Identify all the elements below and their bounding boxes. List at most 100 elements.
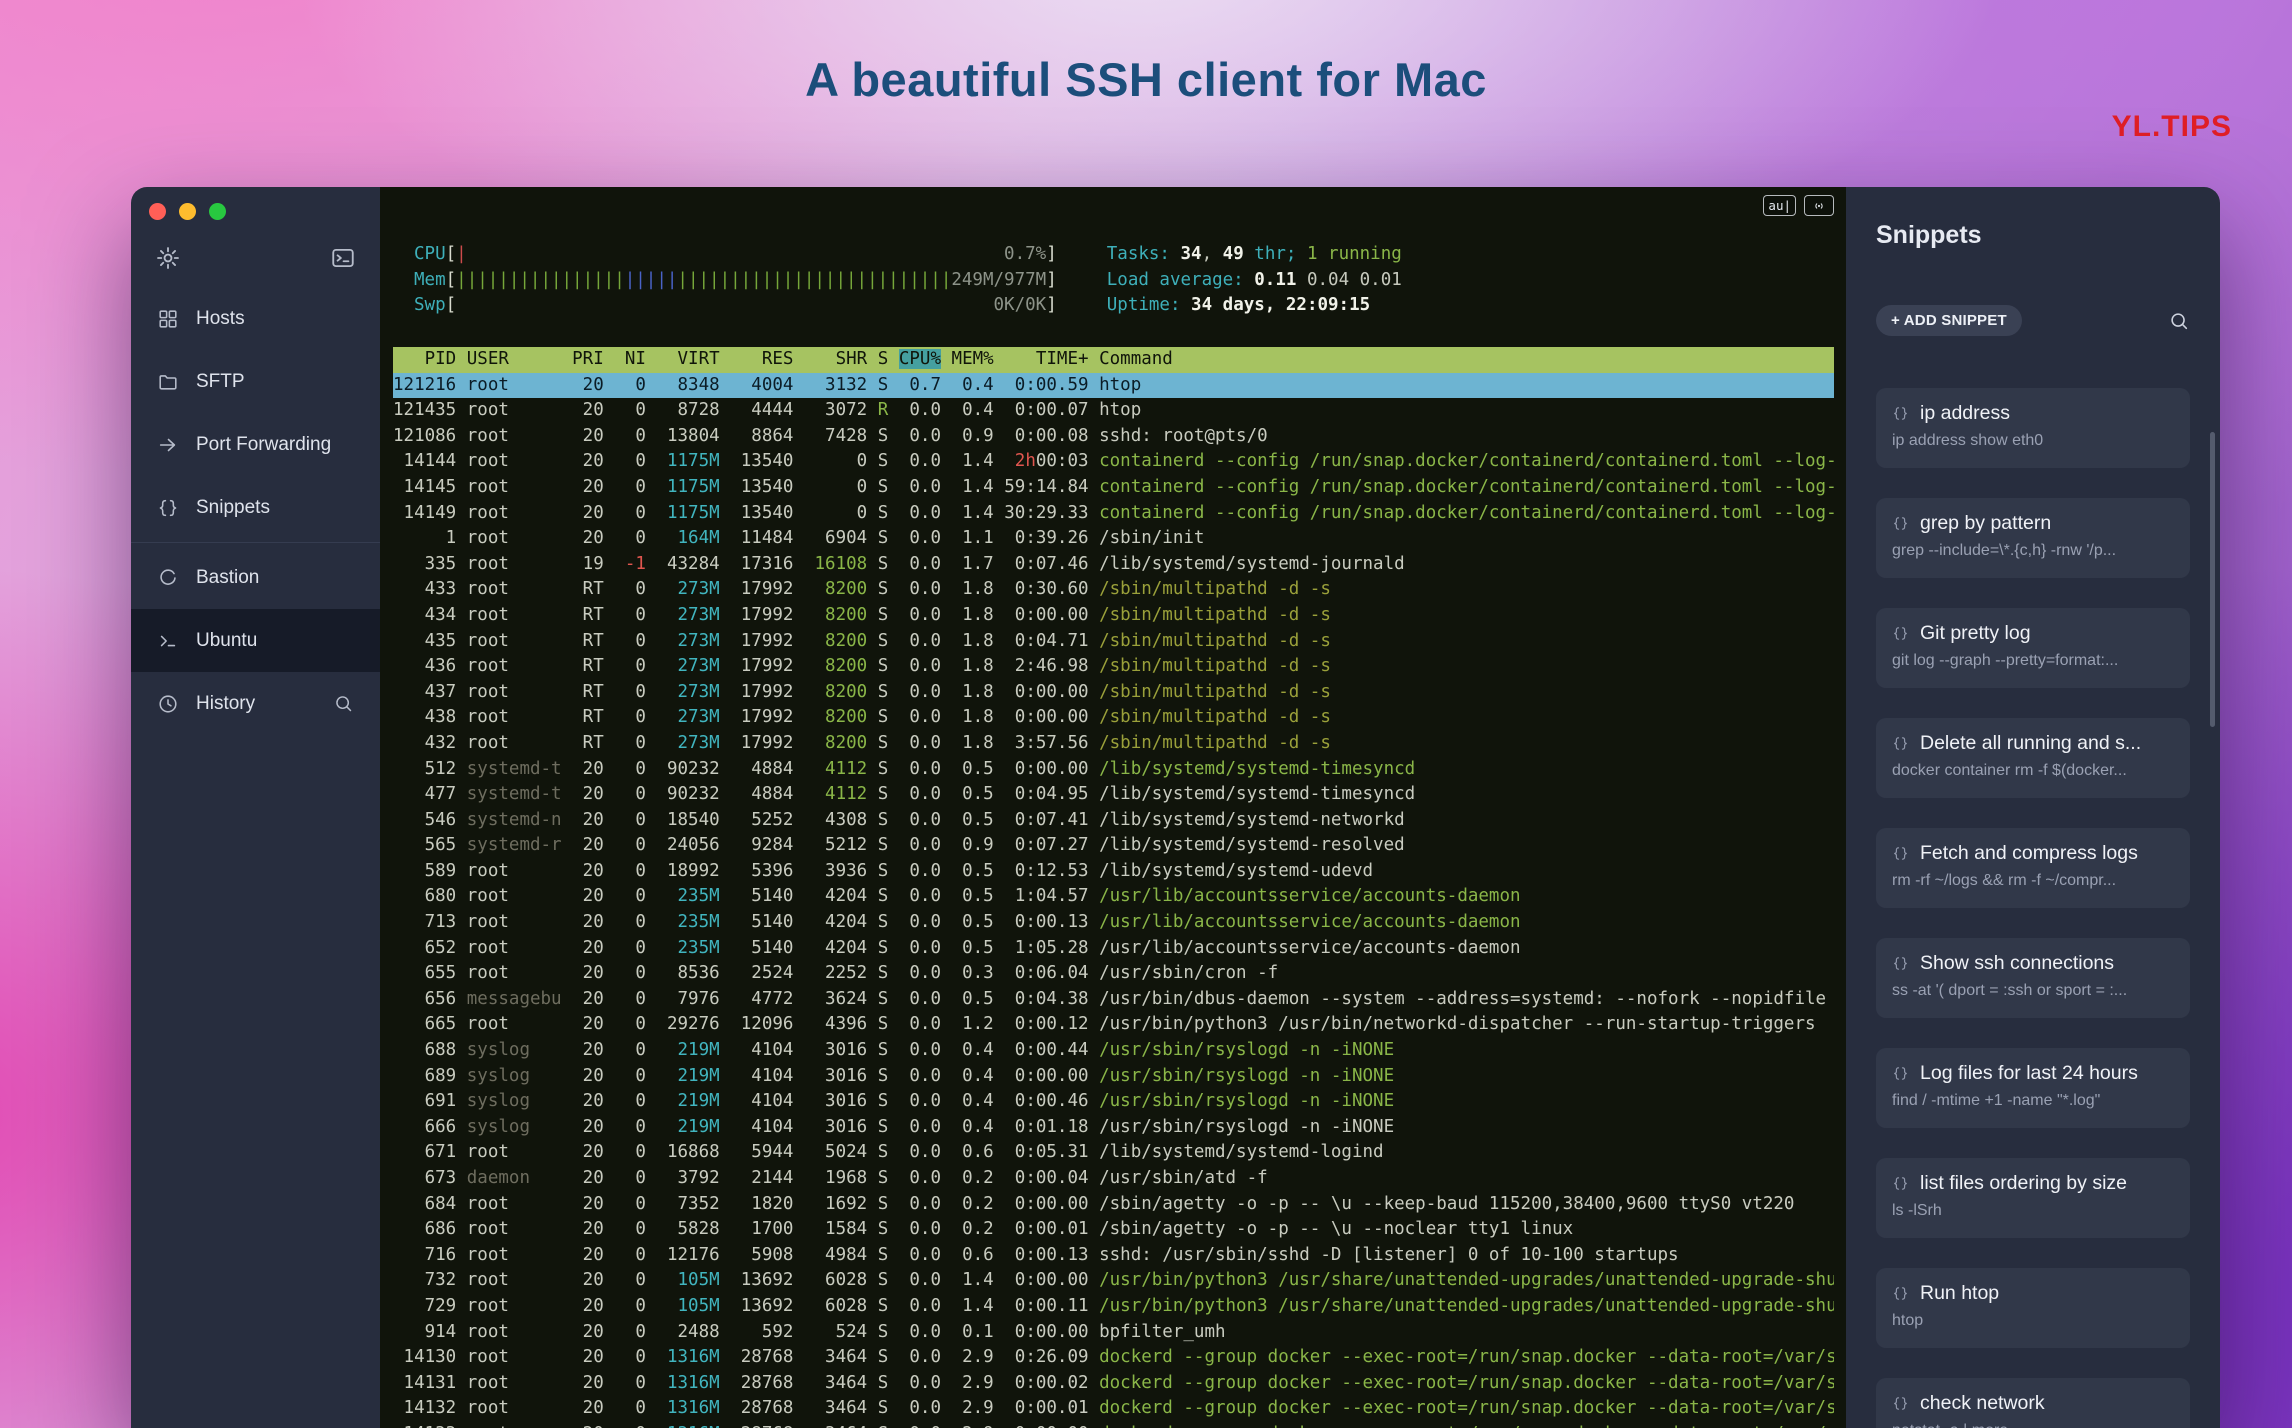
broadcast-icon[interactable] [1804, 195, 1834, 216]
process-row-671[interactable]: 671 root 20 0 16868 5944 5024 S 0.0 0.6 … [393, 1140, 1834, 1166]
snippet-card[interactable]: Log files for last 24 hours find / -mtime… [1876, 1048, 2190, 1128]
snippet-title: Run htop [1920, 1282, 2000, 1304]
process-row-689[interactable]: 689 syslog 20 0 219M 4104 3016 S 0.0 0.4… [393, 1064, 1834, 1090]
snippet-card[interactable]: check network netstat -a | more [1876, 1378, 2190, 1428]
process-row-432[interactable]: 432 root RT 0 273M 17992 8200 S 0.0 1.8 … [393, 731, 1834, 757]
stat-line: Load average: 0.11 0.04 0.01 [1106, 269, 1402, 290]
process-row-437[interactable]: 437 root RT 0 273M 17992 8200 S 0.0 1.8 … [393, 680, 1834, 706]
process-row-434[interactable]: 434 root RT 0 273M 17992 8200 S 0.0 1.8 … [393, 603, 1834, 629]
process-row-436[interactable]: 436 root RT 0 273M 17992 8200 S 0.0 1.8 … [393, 654, 1834, 680]
process-row-335[interactable]: 335 root 19 -1 43284 17316 16108 S 0.0 1… [393, 552, 1834, 578]
process-row-121216[interactable]: 121216 root 20 0 8348 4004 3132 S 0.7 0.… [393, 372, 1834, 399]
column-header-pid[interactable]: PID [393, 349, 457, 369]
sidebar-item-snippets[interactable]: Snippets [131, 476, 380, 539]
snippet-card[interactable]: Fetch and compress logs rm -rf ~/logs && … [1876, 828, 2190, 908]
process-row-565[interactable]: 565 systemd-r 20 0 24056 9284 5212 S 0.0… [393, 833, 1834, 859]
process-row-435[interactable]: 435 root RT 0 273M 17992 8200 S 0.0 1.8 … [393, 629, 1834, 655]
process-row-14145[interactable]: 14145 root 20 0 1175M 13540 0 S 0.0 1.4 … [393, 475, 1834, 501]
zoom-button[interactable] [209, 203, 226, 220]
add-snippet-button[interactable]: + ADD SNIPPET [1876, 305, 2022, 336]
process-row-688[interactable]: 688 syslog 20 0 219M 4104 3016 S 0.0 0.4… [393, 1038, 1834, 1064]
snippet-card[interactable]: Show ssh connections ss -at '( dport = :s… [1876, 938, 2190, 1018]
process-row-477[interactable]: 477 systemd-t 20 0 90232 4884 4112 S 0.0… [393, 782, 1834, 808]
minimize-button[interactable] [179, 203, 196, 220]
search-icon[interactable] [333, 693, 354, 714]
process-row-121086[interactable]: 121086 root 20 0 13804 8864 7428 S 0.0 0… [393, 424, 1834, 450]
snippet-card[interactable]: list files ordering by size ls -lSrh [1876, 1158, 2190, 1238]
terminal-pane[interactable]: au| CPU[| 0.7%] Mem[|||||||||||||||||||||… [380, 187, 1846, 1428]
process-row-684[interactable]: 684 root 20 0 7352 1820 1692 S 0.0 0.2 0… [393, 1192, 1834, 1218]
sidebar-item-port-forwarding[interactable]: Port Forwarding [131, 413, 380, 476]
sidebar-item-label: Port Forwarding [196, 433, 332, 455]
column-header-res[interactable]: RES [730, 349, 794, 369]
snippet-card[interactable]: grep by pattern grep --include=\*.{c,h} -… [1876, 498, 2190, 578]
sidebar-item-ubuntu[interactable]: Ubuntu [131, 609, 380, 672]
column-header-virt[interactable]: VIRT [656, 349, 720, 369]
process-row-14149[interactable]: 14149 root 20 0 1175M 13540 0 S 0.0 1.4 … [393, 501, 1834, 527]
mem-meter: Mem[||||||||||||||||||||||||||||||||||||… [414, 269, 1057, 290]
process-row-438[interactable]: 438 root RT 0 273M 17992 8200 S 0.0 1.8 … [393, 705, 1834, 731]
column-header-ni[interactable]: NI [614, 349, 646, 369]
process-row-652[interactable]: 652 root 20 0 235M 5140 4204 S 0.0 0.5 1… [393, 936, 1834, 962]
snippet-card[interactable]: ip address ip address show eth0 [1876, 388, 2190, 468]
process-row-14133[interactable]: 14133 root 20 0 1316M 28768 3464 S 0.0 2… [393, 1422, 1834, 1428]
process-row-716[interactable]: 716 root 20 0 12176 5908 4984 S 0.0 0.6 … [393, 1243, 1834, 1269]
process-row-656[interactable]: 656 messagebu 20 0 7976 4772 3624 S 0.0 … [393, 987, 1834, 1013]
sidebar-item-bastion[interactable]: Bastion [131, 546, 380, 609]
keyboard-indicator-badge[interactable]: au| [1763, 195, 1796, 216]
snippet-title: Fetch and compress logs [1920, 842, 2138, 864]
snippet-command: docker container rm -f $(docker... [1892, 762, 2127, 779]
process-row-14131[interactable]: 14131 root 20 0 1316M 28768 3464 S 0.0 2… [393, 1371, 1834, 1397]
process-row-686[interactable]: 686 root 20 0 5828 1700 1584 S 0.0 0.2 0… [393, 1217, 1834, 1243]
sidebar-item-hosts[interactable]: Hosts [131, 287, 380, 350]
process-row-665[interactable]: 665 root 20 0 29276 12096 4396 S 0.0 1.2… [393, 1012, 1834, 1038]
sidebar-item-history[interactable]: History [131, 672, 380, 735]
new-terminal-icon[interactable] [330, 245, 356, 271]
column-header-mem[interactable]: MEM% [952, 349, 994, 369]
process-row-713[interactable]: 713 root 20 0 235M 5140 4204 S 0.0 0.5 0… [393, 910, 1834, 936]
column-header-cmd[interactable]: Command [1099, 349, 1173, 369]
snippet-braces-icon [1892, 405, 1909, 422]
snippet-card[interactable]: Git pretty log git log --graph --pretty=f… [1876, 608, 2190, 688]
process-row-14130[interactable]: 14130 root 20 0 1316M 28768 3464 S 0.0 2… [393, 1345, 1834, 1371]
process-row-512[interactable]: 512 systemd-t 20 0 90232 4884 4112 S 0.0… [393, 757, 1834, 783]
snippets-toolbar: + ADD SNIPPET [1876, 305, 2190, 336]
process-row-121435[interactable]: 121435 root 20 0 8728 4444 3072 R 0.0 0.… [393, 398, 1834, 424]
process-row-729[interactable]: 729 root 20 0 105M 13692 6028 S 0.0 1.4 … [393, 1294, 1834, 1320]
snippets-scrollbar-thumb[interactable] [2210, 432, 2215, 727]
snippet-braces-icon [1892, 1285, 1909, 1302]
snippet-card[interactable]: Delete all running and s... docker contai… [1876, 718, 2190, 798]
process-row-546[interactable]: 546 systemd-n 20 0 18540 5252 4308 S 0.0… [393, 808, 1834, 834]
column-header-shr[interactable]: SHR [804, 349, 868, 369]
snippet-title: Delete all running and s... [1920, 732, 2142, 754]
process-row-655[interactable]: 655 root 20 0 8536 2524 2252 S 0.0 0.3 0… [393, 961, 1834, 987]
process-row-666[interactable]: 666 syslog 20 0 219M 4104 3016 S 0.0 0.4… [393, 1115, 1834, 1141]
process-row-589[interactable]: 589 root 20 0 18992 5396 3936 S 0.0 0.5 … [393, 859, 1834, 885]
braces-icon [157, 497, 179, 519]
process-row-691[interactable]: 691 syslog 20 0 219M 4104 3016 S 0.0 0.4… [393, 1089, 1834, 1115]
process-row-680[interactable]: 680 root 20 0 235M 5140 4204 S 0.0 0.5 1… [393, 884, 1834, 910]
window-controls [149, 203, 226, 220]
process-row-673[interactable]: 673 daemon 20 0 3792 2144 1968 S 0.0 0.2… [393, 1166, 1834, 1192]
sidebar-item-sftp[interactable]: SFTP [131, 350, 380, 413]
snippets-panel: Snippets + ADD SNIPPET ip address ip addr… [1846, 187, 2220, 1428]
column-header-time[interactable]: TIME+ [1004, 349, 1089, 369]
column-header-cpu[interactable]: CPU% [898, 349, 941, 369]
stat-line: Tasks: 34, 49 thr; 1 running [1106, 244, 1402, 264]
process-row-14144[interactable]: 14144 root 20 0 1175M 13540 0 S 0.0 1.4 … [393, 449, 1834, 475]
process-row-732[interactable]: 732 root 20 0 105M 13692 6028 S 0.0 1.4 … [393, 1268, 1834, 1294]
process-row-1[interactable]: 1 root 20 0 164M 11484 6904 S 0.0 1.1 0:… [393, 526, 1834, 552]
column-header-user[interactable]: USER [467, 349, 562, 369]
close-button[interactable] [149, 203, 166, 220]
column-header-pri[interactable]: PRI [572, 349, 604, 369]
snippet-command: ss -at '( dport = :ssh or sport = :... [1892, 982, 2128, 999]
column-header-s[interactable]: S [878, 349, 889, 369]
snippet-card[interactable]: Run htop htop [1876, 1268, 2190, 1348]
settings-gear-icon[interactable] [155, 245, 181, 271]
process-row-433[interactable]: 433 root RT 0 273M 17992 8200 S 0.0 1.8 … [393, 577, 1834, 603]
snippet-command: find / -mtime +1 -name "*.log" [1892, 1092, 2101, 1109]
snippets-list: ip address ip address show eth0 grep by pa… [1876, 388, 2190, 1428]
process-row-14132[interactable]: 14132 root 20 0 1316M 28768 3464 S 0.0 2… [393, 1396, 1834, 1422]
process-row-914[interactable]: 914 root 20 0 2488 592 524 S 0.0 0.1 0:0… [393, 1320, 1834, 1346]
snippets-search-icon[interactable] [2168, 310, 2190, 332]
